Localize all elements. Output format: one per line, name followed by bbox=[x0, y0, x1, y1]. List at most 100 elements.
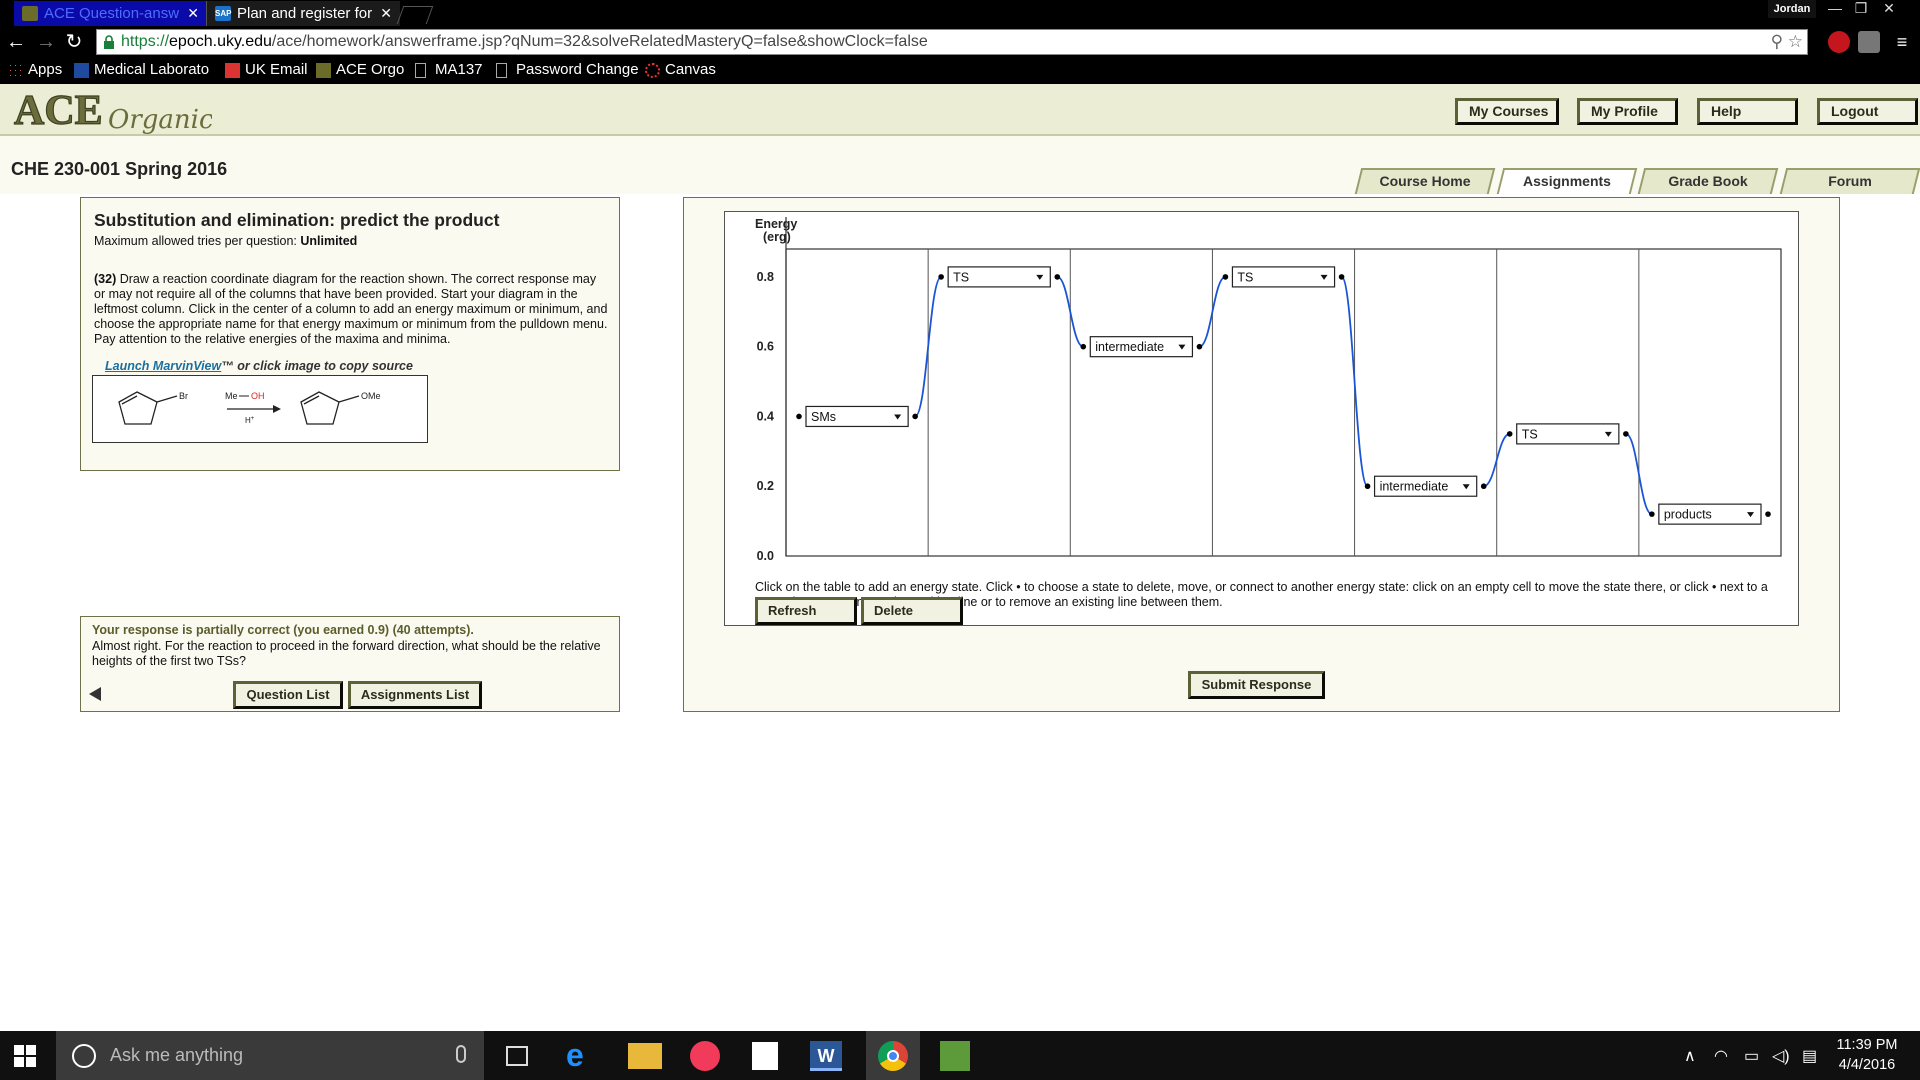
forward-arrow-icon[interactable]: → bbox=[34, 30, 58, 54]
system-clock[interactable]: 11:39 PM 4/4/2016 bbox=[1832, 1035, 1902, 1075]
state-select-value: TS bbox=[1522, 427, 1538, 441]
bookmark-star-icon[interactable]: ☆ bbox=[1788, 32, 1803, 51]
microphone-icon[interactable] bbox=[456, 1045, 466, 1063]
profile-name-badge[interactable]: Jordan bbox=[1768, 0, 1816, 18]
bookmark-ace-orgo[interactable]: ACE Orgo bbox=[316, 58, 404, 82]
wifi-icon[interactable]: ◠ bbox=[1714, 1046, 1728, 1066]
feedback-panel: Your response is partially correct (you … bbox=[80, 616, 620, 712]
state-handle-dot[interactable] bbox=[1480, 483, 1487, 490]
my-profile-button[interactable]: My Profile bbox=[1577, 98, 1678, 125]
sap-favicon-icon: SAP bbox=[215, 6, 231, 21]
launch-marvin-link[interactable]: Launch MarvinView bbox=[105, 359, 221, 373]
help-button[interactable]: Help bbox=[1697, 98, 1798, 125]
tab-course-home[interactable]: Course Home bbox=[1354, 168, 1496, 194]
y-tick-label: 0.4 bbox=[757, 409, 774, 423]
assignments-list-button[interactable]: Assignments List bbox=[348, 681, 482, 709]
my-courses-button[interactable]: My Courses bbox=[1455, 98, 1559, 125]
restore-icon[interactable]: ❐ bbox=[1848, 0, 1874, 18]
tab-ace-question[interactable]: ACE Question-answ ✕ bbox=[14, 1, 207, 26]
state-handle-dot[interactable] bbox=[1364, 483, 1371, 490]
uk-logo-icon bbox=[74, 63, 89, 78]
reaction-coordinate-diagram[interactable]: Energy (erg) 0.8 0.6 0.4 0.2 0.0 SMs TS interm… bbox=[725, 212, 1800, 627]
feedback-body: Almost right. For the reaction to procee… bbox=[92, 639, 601, 668]
back-triangle-icon[interactable] bbox=[89, 687, 101, 701]
state-select-value: SMs bbox=[811, 410, 836, 424]
word-icon[interactable]: W bbox=[810, 1041, 842, 1071]
energy-state[interactable]: products bbox=[1649, 503, 1771, 525]
state-handle-dot[interactable] bbox=[796, 413, 802, 420]
refresh-button[interactable]: Refresh bbox=[755, 597, 857, 625]
tab-forum[interactable]: Forum bbox=[1779, 168, 1920, 194]
close-icon[interactable]: ✕ bbox=[380, 1, 392, 26]
delete-button[interactable]: Delete bbox=[861, 597, 963, 625]
state-handle-dot[interactable] bbox=[1649, 511, 1655, 517]
extension-icon[interactable] bbox=[1828, 31, 1850, 53]
energy-state[interactable]: TS bbox=[1222, 266, 1345, 288]
question-list-button[interactable]: Question List bbox=[233, 681, 343, 709]
url-bar[interactable]: https://epoch.uky.edu/ace/homework/answe… bbox=[96, 29, 1808, 55]
action-center-icon[interactable]: ▤ bbox=[1802, 1046, 1817, 1066]
cortana-search-box[interactable]: Ask me anything bbox=[56, 1031, 484, 1080]
edge-browser-icon[interactable]: e bbox=[566, 1039, 600, 1073]
bookmark-apps[interactable]: Apps bbox=[8, 58, 62, 82]
zoom-icon[interactable]: ⚲ bbox=[1771, 32, 1783, 51]
y-axis-unit: (erg) bbox=[763, 230, 791, 244]
state-handle-dot[interactable] bbox=[1080, 343, 1087, 350]
max-tries: Maximum allowed tries per question: Unli… bbox=[94, 234, 358, 248]
state-handle-dot[interactable] bbox=[912, 413, 918, 420]
battery-icon[interactable]: ▭ bbox=[1744, 1046, 1759, 1066]
tab-plan-register[interactable]: SAP Plan and register for ✕ bbox=[206, 1, 400, 26]
state-handle-dot[interactable] bbox=[1623, 431, 1629, 437]
reload-icon[interactable]: ↻ bbox=[62, 30, 86, 54]
store-icon[interactable] bbox=[752, 1042, 778, 1070]
energy-state[interactable]: intermediate bbox=[1364, 475, 1487, 497]
reaction-image[interactable]: Br Me OH H+ OMe bbox=[92, 375, 428, 443]
energy-state[interactable]: TS bbox=[1506, 423, 1629, 445]
energy-state[interactable]: TS bbox=[938, 266, 1061, 288]
bookmarks-bar: Apps Medical Laborato UK Email ACE Orgo … bbox=[0, 58, 1920, 84]
state-handle-dot[interactable] bbox=[1054, 274, 1061, 280]
windows-taskbar: Ask me anything e W ∧ ◠ ▭ ◁) ▤ 11:39 PM … bbox=[0, 1031, 1920, 1080]
task-view-icon[interactable] bbox=[506, 1046, 528, 1066]
y-tick-label: 0.8 bbox=[757, 270, 774, 284]
lock-icon bbox=[104, 35, 114, 49]
y-axis-label: Energy bbox=[755, 217, 797, 231]
tab-grade-book[interactable]: Grade Book bbox=[1637, 168, 1779, 194]
back-arrow-icon[interactable]: ← bbox=[4, 30, 28, 54]
course-band: CHE 230-001 Spring 2016 Course Home Assi… bbox=[0, 136, 1920, 194]
close-icon[interactable]: ✕ bbox=[187, 1, 199, 26]
tab-assignments[interactable]: Assignments bbox=[1496, 168, 1638, 194]
energy-state[interactable]: intermediate bbox=[1080, 336, 1203, 358]
logout-button[interactable]: Logout bbox=[1817, 98, 1918, 125]
state-handle-dot[interactable] bbox=[1338, 274, 1345, 280]
submit-response-button[interactable]: Submit Response bbox=[1188, 671, 1325, 699]
bookmark-ma137[interactable]: MA137 bbox=[415, 58, 483, 82]
bookmark-canvas[interactable]: Canvas bbox=[645, 58, 716, 82]
state-handle-dot[interactable] bbox=[1506, 431, 1513, 437]
window-close-icon[interactable]: ✕ bbox=[1876, 0, 1902, 18]
address-toolbar: ← → ↻ https://epoch.uky.edu/ace/homework… bbox=[0, 26, 1920, 58]
tray-chevron-icon[interactable]: ∧ bbox=[1684, 1046, 1696, 1066]
ace-favicon-icon bbox=[316, 63, 331, 78]
bookmark-uk-email[interactable]: UK Email bbox=[225, 58, 308, 82]
minecraft-icon[interactable] bbox=[940, 1041, 970, 1071]
question-panel: Substitution and elimination: predict th… bbox=[80, 197, 620, 471]
itunes-icon[interactable] bbox=[690, 1041, 720, 1071]
bookmark-password-change[interactable]: Password Change bbox=[496, 58, 639, 82]
windows-start-icon[interactable] bbox=[14, 1045, 36, 1067]
volume-icon[interactable]: ◁) bbox=[1772, 1046, 1790, 1066]
svg-text:ACE: ACE bbox=[14, 88, 103, 134]
extension-icon[interactable] bbox=[1858, 31, 1880, 53]
state-handle-dot[interactable] bbox=[1222, 274, 1229, 280]
new-tab-button[interactable] bbox=[396, 6, 434, 24]
state-handle-dot[interactable] bbox=[1765, 511, 1771, 517]
energy-state[interactable]: SMs bbox=[796, 405, 918, 428]
state-handle-dot[interactable] bbox=[938, 274, 944, 280]
chrome-taskbar-button[interactable] bbox=[866, 1031, 920, 1080]
state-handle-dot[interactable] bbox=[1196, 343, 1203, 350]
file-explorer-icon[interactable] bbox=[628, 1043, 662, 1069]
bookmark-medical-lab[interactable]: Medical Laborato bbox=[74, 58, 209, 82]
page-icon bbox=[415, 63, 426, 78]
minimize-icon[interactable]: — bbox=[1822, 0, 1848, 18]
menu-icon[interactable]: ≡ bbox=[1890, 30, 1914, 54]
